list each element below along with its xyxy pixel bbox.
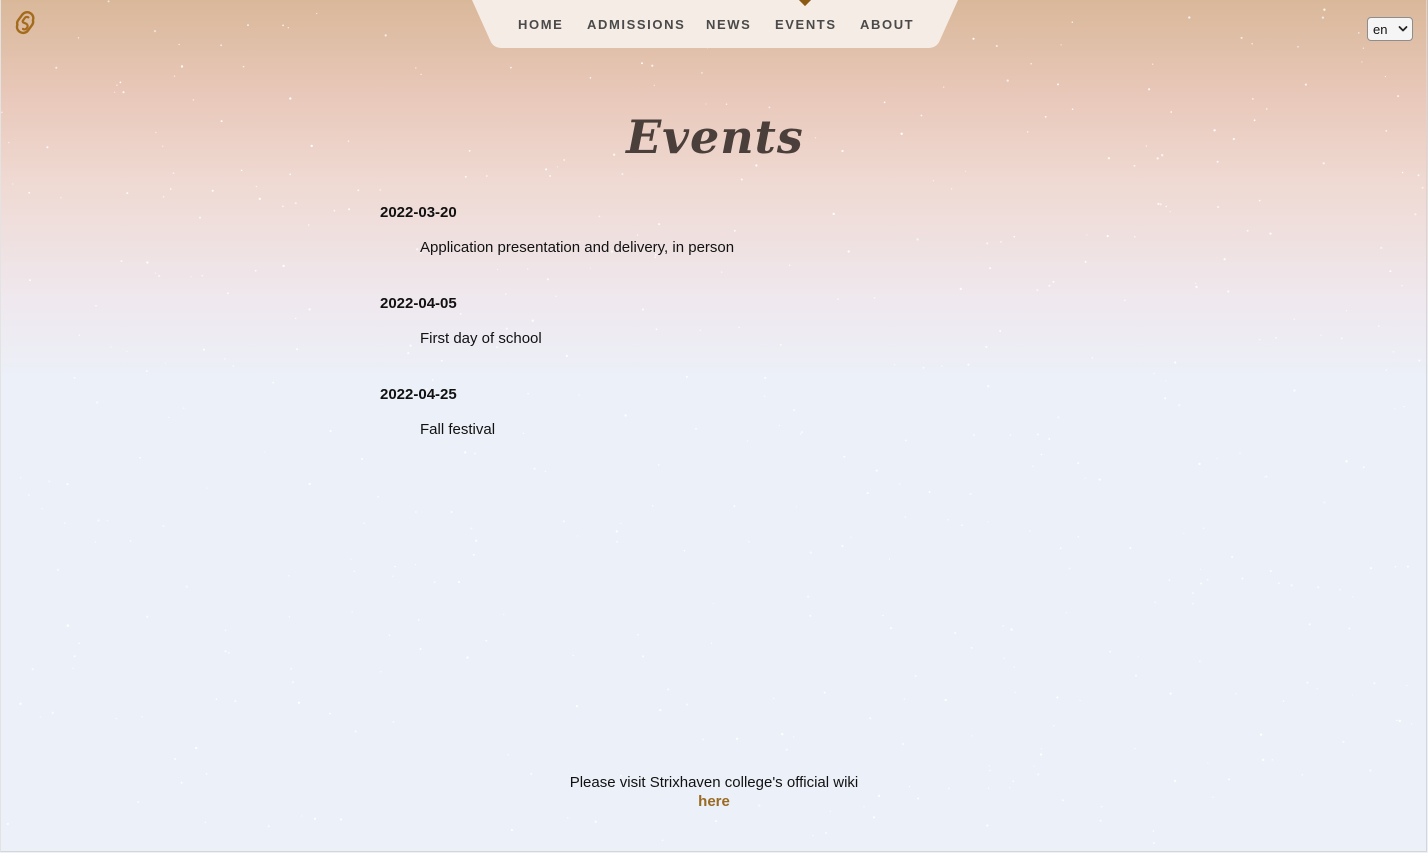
nav-link-home[interactable]: HOME [518, 17, 563, 32]
event-description: Application presentation and delivery, i… [420, 239, 735, 256]
page-title: Events [626, 110, 804, 164]
main-nav: HOME ADMISSIONS NEWS EVENTS ABOUT [472, 0, 958, 48]
event-description: First day of school [420, 330, 542, 347]
footer-text: Please visit Strixhaven college's offici… [569, 774, 859, 791]
language-select-value: en [1373, 22, 1388, 37]
event-date: 2022-04-05 [380, 295, 457, 312]
nav-link-events[interactable]: EVENTS [775, 17, 837, 32]
event-date: 2022-03-20 [380, 204, 457, 221]
svelte-logo-icon[interactable] [12, 10, 38, 38]
active-nav-indicator [797, 0, 813, 7]
event-date: 2022-04-25 [380, 386, 457, 403]
event-description: Fall festival [420, 421, 496, 438]
wiki-link[interactable]: here [614, 793, 814, 810]
nav-link-news[interactable]: NEWS [706, 17, 751, 32]
nav-link-about[interactable]: ABOUT [860, 17, 914, 32]
nav-link-admissions[interactable]: ADMISSIONS [587, 17, 685, 32]
language-select[interactable]: en [1367, 17, 1413, 41]
chevron-down-icon [1398, 26, 1408, 32]
